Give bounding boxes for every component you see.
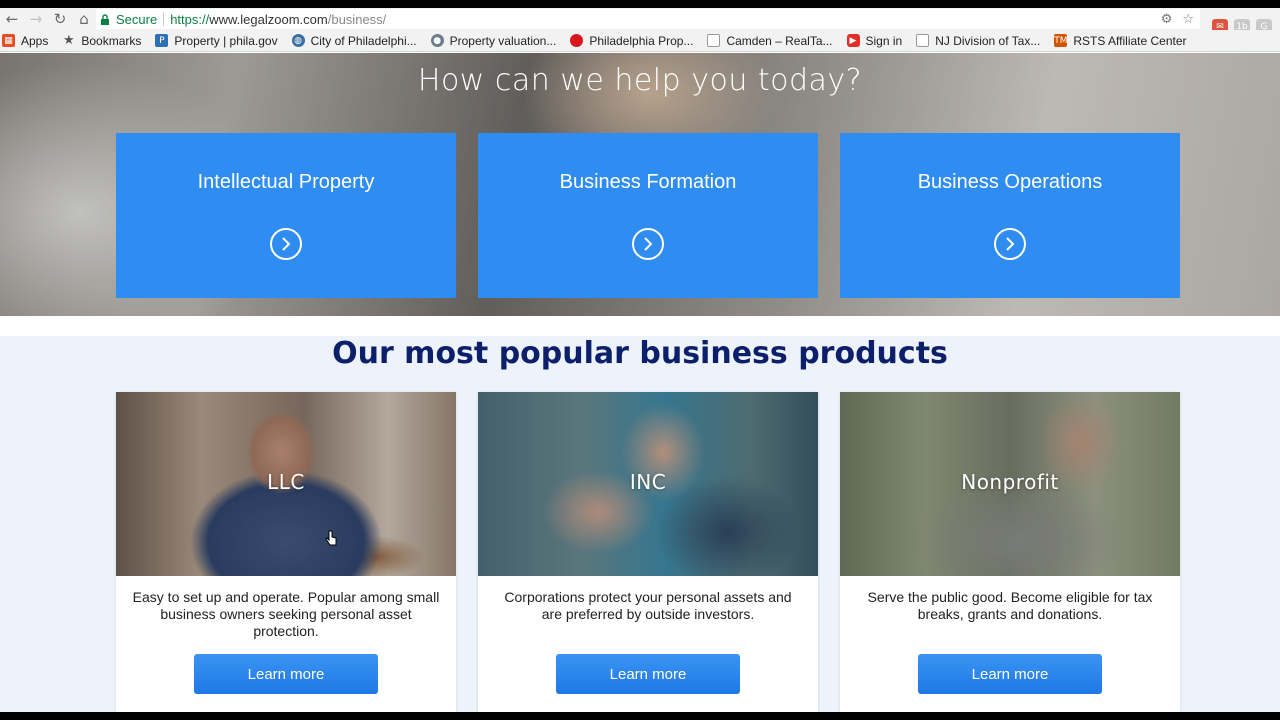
bookmarks-bar: ▦ Apps ★ Bookmarks P Property | phila.gov ◍… — [0, 30, 1280, 52]
hand-cursor-icon — [325, 530, 337, 546]
tile-label: Business Operations — [917, 171, 1103, 193]
product-card-nonprofit: Nonprofit Serve the public good. Become … — [840, 392, 1180, 712]
apps-grid-icon: ▦ — [2, 34, 15, 47]
bookmark-label: Property valuation... — [449, 33, 557, 48]
secure-label: Secure — [116, 11, 158, 27]
url-scheme: https:// — [170, 11, 210, 27]
bookmark-label: Property | phila.gov — [174, 33, 278, 48]
tile-business-operations[interactable]: Business Operations — [840, 133, 1180, 298]
tm-icon: TM — [1054, 34, 1068, 47]
bookmark-label: Apps — [21, 33, 49, 48]
home-icon[interactable]: ⌂ — [72, 8, 96, 30]
learn-more-button[interactable]: Learn more — [194, 654, 378, 694]
bookmark-philadelphia-prop[interactable]: Philadelphia Prop... — [570, 34, 693, 48]
product-card-llc: LLC Easy to set up and operate. Popular … — [116, 392, 456, 712]
lock-icon — [100, 14, 110, 25]
window-top-strip — [0, 0, 1280, 8]
inc-photo[interactable]: INC — [478, 392, 818, 576]
card-description: Easy to set up and operate. Popular amon… — [132, 589, 440, 639]
hero-section: How can we help you today? Intellectual … — [0, 53, 1280, 316]
nonprofit-photo[interactable]: Nonprofit — [840, 392, 1180, 576]
bookmark-city-of-philadelphia[interactable]: ◍ City of Philadelphi... — [291, 33, 417, 48]
back-icon[interactable]: ← — [0, 8, 24, 30]
bookmark-property-phila[interactable]: P Property | phila.gov — [155, 33, 278, 48]
star-icon[interactable]: ☆ — [1182, 12, 1194, 27]
red-dot-icon — [570, 34, 584, 47]
chevron-right-circle-icon — [632, 228, 664, 260]
bookmark-label: NJ Division of Tax... — [935, 33, 1041, 48]
learn-more-button[interactable]: Learn more — [918, 654, 1102, 694]
url-host: www.legalzoom.com — [209, 11, 328, 27]
reload-icon[interactable]: ↻ — [48, 8, 72, 30]
bookmark-nj-division-of-tax[interactable]: NJ Division of Tax... — [916, 34, 1040, 48]
hero-title: How can we help you today? — [417, 63, 863, 98]
forward-icon[interactable]: → — [24, 8, 48, 30]
card-label: Nonprofit — [961, 470, 1059, 494]
youtube-icon: ▶ — [846, 34, 860, 47]
product-card-inc: INC Corporations protect your personal a… — [478, 392, 818, 712]
bookmark-bookmarks[interactable]: ★ Bookmarks — [62, 33, 142, 48]
star-icon: ★ — [63, 33, 75, 48]
chevron-right-circle-icon — [994, 228, 1026, 260]
llc-photo[interactable]: LLC — [116, 392, 456, 576]
tile-intellectual-property[interactable]: Intellectual Property — [116, 133, 456, 298]
bookmark-label: Philadelphia Prop... — [589, 33, 694, 48]
page-icon — [916, 34, 930, 47]
tile-label: Business Formation — [559, 171, 737, 193]
bookmark-apps[interactable]: ▦ Apps — [2, 34, 48, 48]
bookmark-camden-realta[interactable]: Camden – RealTa... — [707, 33, 833, 48]
chevron-right-circle-icon — [270, 228, 302, 260]
bookmark-property-valuation[interactable]: ● Property valuation... — [430, 33, 557, 48]
bookmark-sign-in[interactable]: ▶ Sign in — [846, 33, 903, 48]
card-label: INC — [629, 470, 667, 494]
address-toolbar: ← → ↻ ⌂ Secure https:// www.legalzoom.co… — [0, 8, 1280, 35]
address-bar[interactable]: Secure https:// www.legalzoom.com /busin… — [96, 9, 1200, 29]
bookmark-label: Bookmarks — [81, 33, 142, 48]
tile-label: Intellectual Property — [197, 171, 375, 193]
bookmark-label: Camden – RealTa... — [726, 33, 833, 48]
card-label: LLC — [267, 470, 305, 494]
address-separator — [163, 12, 165, 26]
learn-more-button[interactable]: Learn more — [556, 654, 740, 694]
popular-products-section: Our most popular business products LLC E… — [0, 336, 1280, 712]
card-description: Serve the public good. Become eligible f… — [867, 589, 1153, 622]
browser-viewport: ← → ↻ ⌂ Secure https:// www.legalzoom.co… — [0, 0, 1280, 712]
tile-business-formation[interactable]: Business Formation — [478, 133, 818, 298]
bookmark-label: RSTS Affiliate Center — [1073, 33, 1187, 48]
phila-icon: P — [155, 34, 169, 47]
seal-icon: ● — [430, 34, 444, 47]
globe-icon: ◍ — [291, 34, 305, 47]
translate-icon[interactable]: ⚙ — [1161, 12, 1173, 27]
products-title: Our most popular business products — [332, 336, 948, 371]
bookmark-label: Sign in — [865, 33, 903, 48]
url-path: /business/ — [327, 11, 387, 27]
bookmark-label: City of Philadelphi... — [310, 33, 417, 48]
address-bar-actions: ⚙ ☆ — [1161, 9, 1194, 29]
card-description: Corporations protect your personal asset… — [504, 589, 792, 622]
page-icon — [707, 34, 721, 47]
bookmark-rsts-affiliate-center[interactable]: TM RSTS Affiliate Center — [1054, 34, 1186, 48]
